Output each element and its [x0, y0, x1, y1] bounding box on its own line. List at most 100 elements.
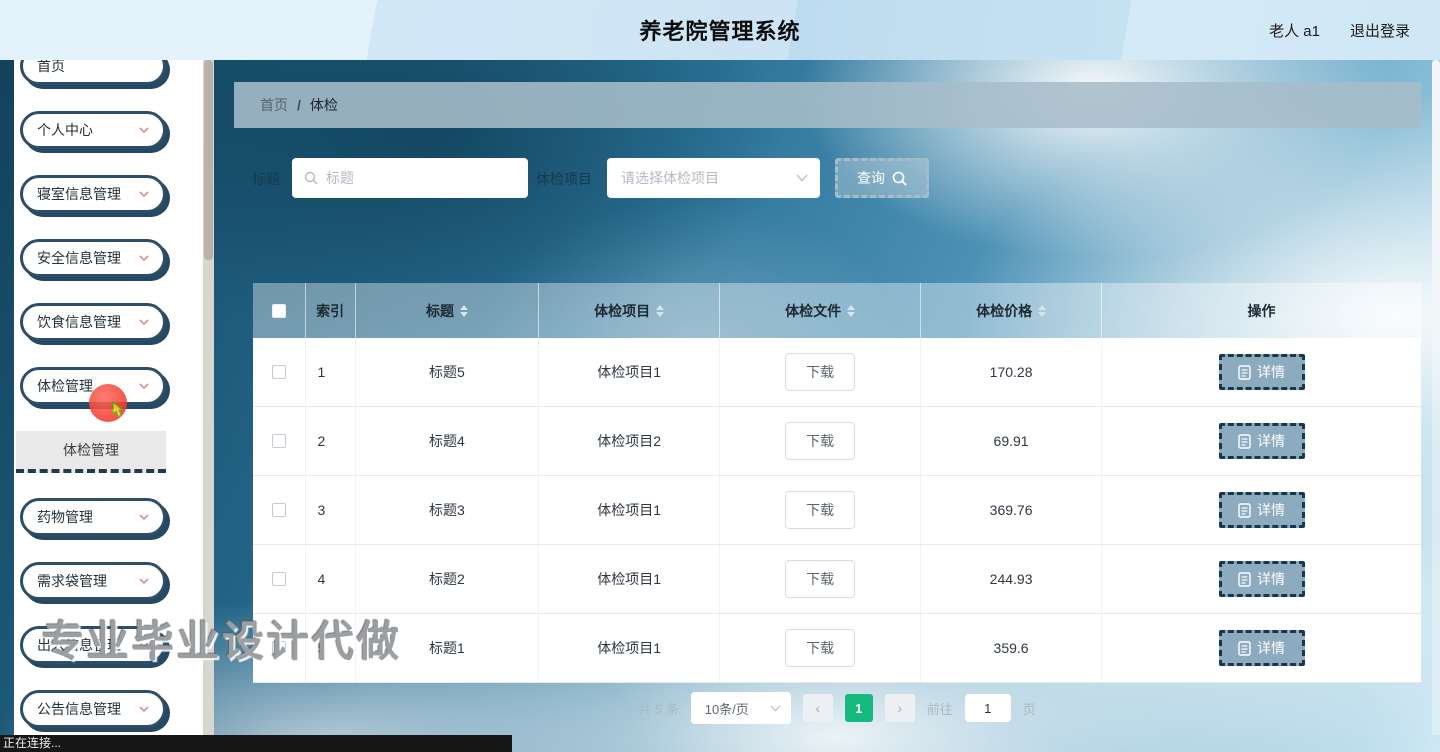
download-button[interactable]: 下载 — [785, 560, 856, 598]
breadcrumb-current: 体检 — [309, 97, 338, 113]
query-button-label: 查询 — [857, 170, 885, 186]
logout-link[interactable]: 退出登录 — [1350, 20, 1410, 41]
detail-button[interactable]: 详情 — [1218, 630, 1305, 666]
sort-icon[interactable] — [656, 304, 665, 317]
sidebar-item-label: 公告信息管理 — [37, 701, 121, 717]
detail-button-label: 详情 — [1257, 364, 1286, 380]
cell-title: 标题1 — [356, 614, 540, 682]
chevron-down-icon — [139, 704, 149, 714]
query-button[interactable]: 查询 — [835, 158, 929, 198]
sidebar-item[interactable]: 体检管理 — [20, 367, 166, 405]
sidebar-item[interactable]: 需求袋管理 — [20, 562, 166, 600]
cell-project: 体检项目1 — [539, 476, 721, 544]
cell-price: 369.76 — [921, 476, 1103, 544]
page-unit-label: 页 — [1022, 701, 1036, 717]
title-filter-label: 标题 — [252, 171, 280, 187]
detail-button-label: 详情 — [1257, 640, 1286, 656]
chevron-down-icon — [139, 512, 149, 522]
document-icon — [1238, 364, 1251, 380]
chevron-down-icon — [139, 576, 149, 586]
document-icon — [1238, 502, 1251, 518]
select-all-checkbox[interactable] — [271, 303, 286, 318]
sidebar-item-label: 安全信息管理 — [37, 250, 121, 266]
goto-page-input[interactable] — [964, 694, 1011, 722]
page-size-select[interactable]: 10条/页 — [690, 692, 791, 724]
document-icon — [1238, 433, 1251, 449]
download-button[interactable]: 下载 — [785, 353, 856, 391]
row-checkbox[interactable] — [271, 641, 286, 655]
sidebar-item[interactable]: 个人中心 — [20, 111, 166, 149]
cell-project: 体检项目2 — [539, 407, 721, 475]
header-price[interactable]: 体检价格 — [921, 283, 1103, 338]
prev-page-button[interactable]: ‹ — [802, 694, 833, 722]
header-index: 索引 — [306, 283, 356, 338]
chevron-down-icon — [770, 705, 781, 711]
chevron-down-icon — [139, 381, 149, 391]
chevron-down-icon — [139, 253, 149, 263]
row-checkbox[interactable] — [271, 365, 286, 379]
sidebar-item[interactable]: 公告信息管理 — [20, 690, 166, 728]
header-actions: 操作 — [1247, 302, 1276, 319]
next-page-button[interactable]: › — [884, 694, 915, 722]
chevron-down-icon — [796, 174, 808, 182]
row-checkbox[interactable] — [271, 572, 286, 586]
table-row: 2 标题4 体检项目2 下载 69.91 详情 — [253, 407, 1421, 476]
page-scrollbar[interactable] — [1432, 60, 1440, 735]
status-text: 正在连接... — [3, 736, 62, 750]
cell-project: 体检项目1 — [539, 545, 721, 613]
document-icon — [1238, 640, 1251, 656]
search-icon — [892, 171, 907, 186]
sidebar-item-label: 个人中心 — [37, 122, 93, 138]
breadcrumb-separator: / — [297, 97, 301, 113]
row-checkbox[interactable] — [271, 503, 286, 517]
sort-icon[interactable] — [847, 304, 856, 317]
detail-button[interactable]: 详情 — [1218, 354, 1305, 390]
detail-button[interactable]: 详情 — [1218, 561, 1305, 597]
sidebar-item[interactable]: 药物管理 — [20, 498, 166, 536]
sidebar-item-label: 药物管理 — [37, 509, 93, 525]
top-header: 养老院管理系统 老人 a1 退出登录 — [0, 0, 1440, 60]
row-checkbox[interactable] — [271, 434, 286, 448]
cell-title: 标题2 — [356, 545, 540, 613]
chevron-down-icon — [139, 640, 149, 650]
download-button[interactable]: 下载 — [785, 491, 856, 529]
chevron-down-icon — [139, 317, 149, 327]
search-icon — [304, 171, 318, 185]
cell-title: 标题4 — [356, 407, 540, 475]
sidebar-item-label: 体检管理 — [37, 378, 93, 394]
detail-button-label: 详情 — [1257, 502, 1286, 518]
current-page-button[interactable]: 1 — [844, 694, 873, 722]
download-button[interactable]: 下载 — [785, 422, 856, 460]
header-project[interactable]: 体检项目 — [539, 283, 721, 338]
sidebar-item-label: 首页 — [37, 60, 65, 74]
header-file[interactable]: 体检文件 — [720, 283, 922, 338]
sidebar-scrollbar[interactable] — [203, 60, 214, 735]
header-title[interactable]: 标题 — [356, 283, 540, 338]
sidebar-item[interactable]: 寝室信息管理 — [20, 175, 166, 213]
title-input-placeholder: 标题 — [326, 170, 354, 186]
sort-icon[interactable] — [1038, 304, 1047, 317]
cell-index: 3 — [306, 476, 356, 544]
page-scrollbar-thumb[interactable] — [1432, 60, 1440, 340]
sidebar-item-label: 需求袋管理 — [37, 573, 107, 589]
project-select-placeholder: 请选择体检项目 — [621, 170, 719, 186]
detail-button[interactable]: 详情 — [1218, 492, 1305, 528]
breadcrumb: 首页 / 体检 — [234, 82, 1421, 128]
sidebar-item[interactable]: 首页 — [20, 60, 166, 85]
project-select[interactable]: 请选择体检项目 — [607, 158, 820, 198]
detail-button[interactable]: 详情 — [1218, 423, 1305, 459]
sidebar-subitem-tijian-active[interactable]: 体检管理 — [16, 431, 166, 473]
breadcrumb-home[interactable]: 首页 — [260, 95, 288, 115]
sidebar-subitem-label: 体检管理 — [63, 442, 119, 458]
sidebar-item[interactable]: 饮食信息管理 — [20, 303, 166, 341]
cell-title: 标题3 — [356, 476, 540, 544]
sidebar-scrollbar-thumb[interactable] — [204, 60, 213, 260]
detail-button-label: 详情 — [1257, 433, 1286, 449]
page-size-value: 10条/页 — [704, 701, 749, 717]
sidebar-item[interactable]: 安全信息管理 — [20, 239, 166, 277]
sidebar: 首页 个人中心 寝室信息管理 安全信息管理 饮食信息管理 体检管理 体检管理 药… — [14, 60, 203, 735]
title-search-input[interactable]: 标题 — [292, 158, 528, 198]
sidebar-item[interactable]: 出入信息管理 — [20, 626, 166, 664]
download-button[interactable]: 下载 — [785, 629, 856, 667]
sort-icon[interactable] — [459, 304, 468, 317]
